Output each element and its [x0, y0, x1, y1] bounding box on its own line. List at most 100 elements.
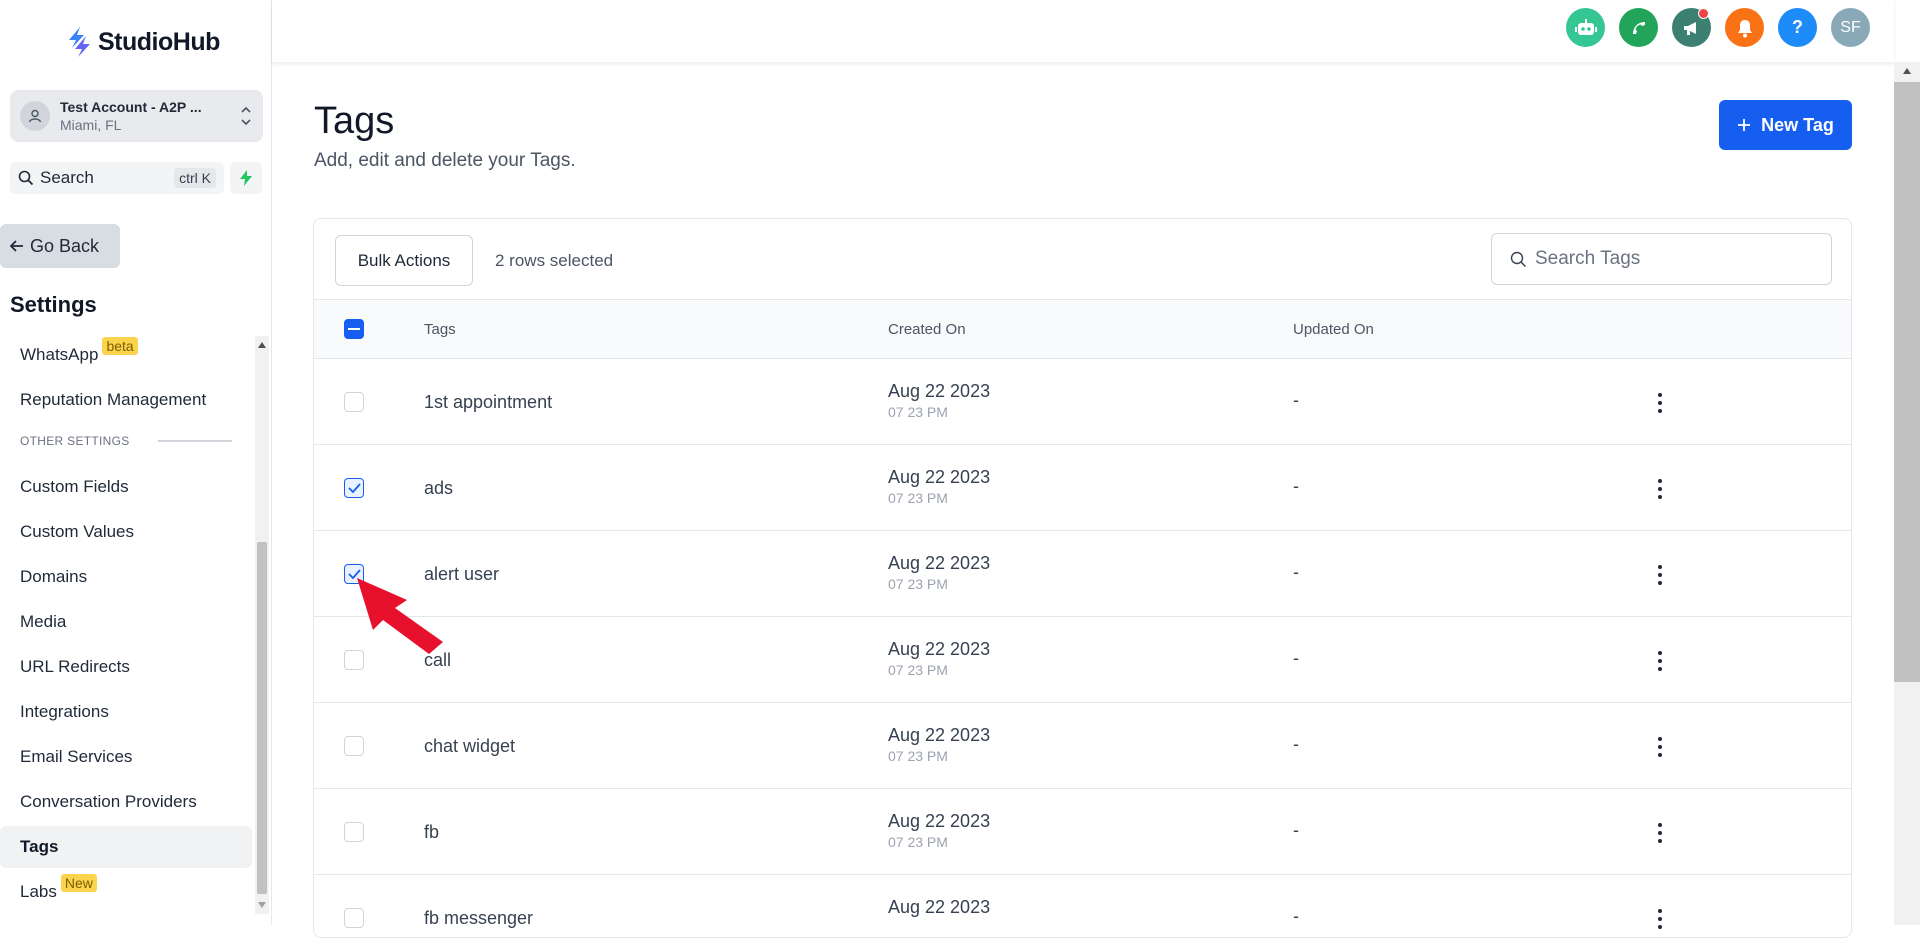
row-checkbox[interactable]	[344, 822, 364, 842]
scroll-up-icon[interactable]	[1903, 68, 1911, 74]
page-scroll-thumb[interactable]	[1894, 82, 1920, 682]
plus-icon	[1738, 119, 1751, 131]
nav-item-label: Reputation Management	[20, 390, 207, 409]
table-row: alert user Aug 22 2023 07 23 PM -	[314, 531, 1851, 617]
bulk-actions-button[interactable]: Bulk Actions	[335, 235, 473, 286]
tag-name: chat widget	[424, 736, 516, 756]
created-date: Aug 22 2023	[888, 897, 991, 917]
table-row: fb messenger Aug 22 2023 -	[314, 875, 1851, 937]
row-menu-icon[interactable]	[1650, 563, 1670, 587]
nav-item-reputation-management[interactable]: Reputation Management	[0, 379, 252, 421]
help-icon[interactable]: ?	[1778, 8, 1817, 47]
select-all-checkbox[interactable]	[344, 319, 364, 339]
search-tags-field[interactable]	[1491, 233, 1832, 285]
arrow-left-icon	[10, 240, 23, 252]
account-switcher[interactable]: Test Account - A2P ... Miami, FL	[10, 90, 263, 142]
updated-on: -	[1293, 734, 1299, 754]
account-name: Test Account - A2P ...	[60, 99, 202, 115]
search-tags-input[interactable]	[1535, 248, 1815, 270]
row-menu-icon[interactable]	[1650, 649, 1670, 673]
row-menu-icon[interactable]	[1650, 735, 1670, 759]
user-avatar[interactable]: SF	[1831, 8, 1870, 47]
top-icons: ? SF	[1566, 8, 1870, 47]
nav-item-custom-values[interactable]: Custom Values	[0, 511, 252, 553]
sidebar-scroll-thumb[interactable]	[257, 542, 267, 894]
scroll-up-icon[interactable]	[258, 342, 266, 348]
phone-icon[interactable]	[1619, 8, 1658, 47]
nav-item-label: URL Redirects	[20, 657, 130, 676]
row-menu-icon[interactable]	[1650, 907, 1670, 931]
section-label: OTHER SETTINGS	[20, 434, 130, 448]
created-time: 07 23 PM	[888, 490, 948, 506]
row-checkbox[interactable]	[344, 392, 364, 412]
row-menu-icon[interactable]	[1650, 821, 1670, 845]
go-back-button[interactable]: Go Back	[0, 224, 120, 268]
created-time: 07 23 PM	[888, 576, 948, 592]
nav-item-url-redirects[interactable]: URL Redirects	[0, 646, 252, 688]
created-on: Aug 22 2023 07 23 PM	[888, 725, 990, 764]
quick-action-button[interactable]	[230, 162, 262, 194]
row-menu-icon[interactable]	[1650, 477, 1670, 501]
created-date: Aug 22 2023	[888, 467, 991, 487]
column-header-updated-on[interactable]: Updated On	[1293, 321, 1374, 338]
tag-name: 1st appointment	[424, 392, 553, 412]
scroll-down-icon[interactable]	[258, 902, 266, 908]
table-row: fb Aug 22 2023 07 23 PM -	[314, 789, 1851, 875]
updated-on: -	[1293, 476, 1299, 496]
table-row: chat widget Aug 22 2023 07 23 PM -	[314, 703, 1851, 789]
nav-item-email-services[interactable]: Email Services	[0, 736, 252, 778]
created-date: Aug 22 2023	[888, 639, 991, 659]
nav-item-tags[interactable]: Tags	[0, 826, 252, 868]
annotation-arrow-icon	[357, 578, 443, 654]
notification-dot	[1698, 8, 1709, 19]
column-header-tags[interactable]: Tags	[424, 321, 456, 338]
check-icon	[347, 483, 361, 493]
created-on: Aug 22 2023 07 23 PM	[888, 553, 990, 592]
lightning-icon	[240, 170, 252, 186]
sidebar-search[interactable]: Search ctrl K	[10, 162, 224, 194]
nav-item-custom-fields[interactable]: Custom Fields	[0, 466, 252, 508]
tag-name: fb	[424, 822, 440, 842]
created-on: Aug 22 2023 07 23 PM	[888, 381, 990, 420]
brand-logo[interactable]: StudioHub	[66, 26, 220, 58]
column-header-created-on[interactable]: Created On	[888, 321, 966, 338]
robot-icon[interactable]	[1566, 8, 1605, 47]
nav-item-integrations[interactable]: Integrations	[0, 691, 252, 733]
updated-on: -	[1293, 390, 1299, 410]
account-avatar-icon	[20, 101, 50, 131]
nav-item-conversation-providers[interactable]: Conversation Providers	[0, 781, 252, 823]
new-tag-button[interactable]: New Tag	[1719, 100, 1852, 150]
nav-item-domains[interactable]: Domains	[0, 556, 252, 598]
search-icon	[18, 170, 34, 186]
row-checkbox[interactable]	[344, 478, 364, 498]
sidebar-scrollbar[interactable]	[255, 336, 269, 914]
created-date: Aug 22 2023	[888, 725, 991, 745]
megaphone-icon[interactable]	[1672, 8, 1711, 47]
sidebar-search-label: Search	[40, 168, 94, 187]
nav-item-labs[interactable]: Labs New	[0, 871, 252, 913]
page-subtitle: Add, edit and delete your Tags.	[314, 150, 576, 171]
tag-name: fb messenger	[424, 908, 534, 928]
table-row: ads Aug 22 2023 07 23 PM -	[314, 445, 1851, 531]
nav-item-media[interactable]: Media	[0, 601, 252, 643]
updated-on: -	[1293, 562, 1299, 582]
updated-on: -	[1293, 648, 1299, 668]
sidebar: StudioHub Test Account - A2P ... Miami, …	[0, 0, 272, 925]
created-on: Aug 22 2023	[888, 897, 990, 920]
created-time: 07 23 PM	[888, 748, 948, 764]
nav-item-whatsapp[interactable]: WhatsApp beta	[0, 334, 252, 376]
nav-item-label: Conversation Providers	[20, 792, 197, 811]
account-location: Miami, FL	[60, 117, 122, 133]
settings-nav: WhatsApp beta Reputation Management OTHE…	[0, 330, 255, 920]
page-title: Tags	[314, 100, 395, 142]
bell-icon[interactable]	[1725, 8, 1764, 47]
row-menu-icon[interactable]	[1650, 391, 1670, 415]
nav-item-label: Domains	[20, 567, 88, 586]
new-tag-label: New Tag	[1761, 114, 1834, 135]
row-checkbox[interactable]	[344, 736, 364, 756]
nav-item-label: Media	[20, 612, 67, 631]
created-time: 07 23 PM	[888, 404, 948, 420]
page-scrollbar[interactable]	[1894, 62, 1920, 925]
table-header: Tags Created On Updated On	[314, 299, 1851, 359]
row-checkbox[interactable]	[344, 908, 364, 928]
